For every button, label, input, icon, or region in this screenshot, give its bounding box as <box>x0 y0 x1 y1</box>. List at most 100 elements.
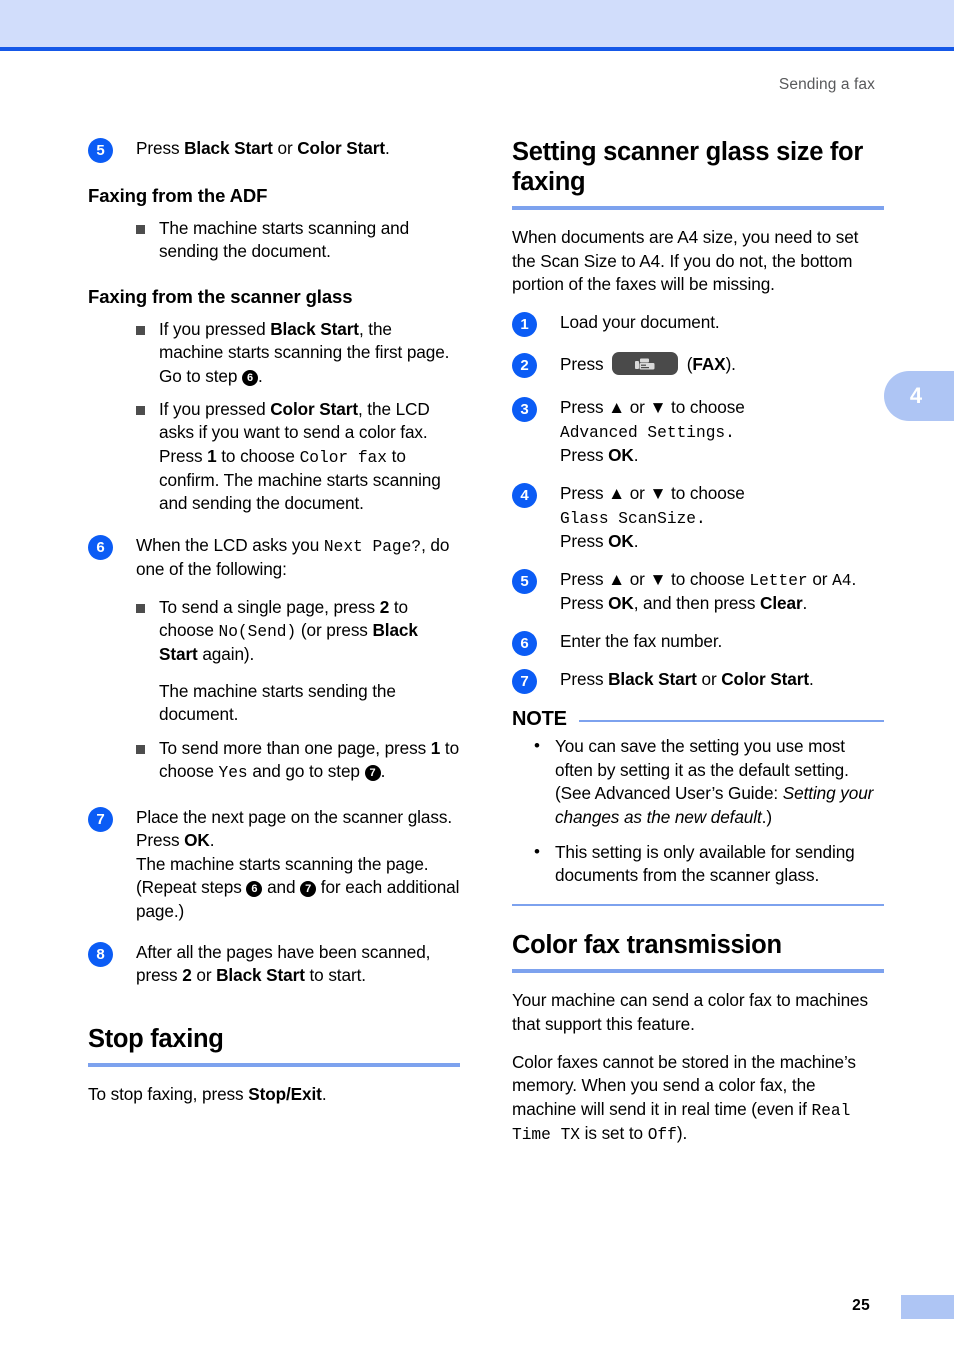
step-7-text: Press Black Start or Color Start. <box>560 668 884 691</box>
scanner-glass-bullet-list: If you pressed Black Start, the machine … <box>88 318 460 516</box>
text-fragment: . <box>851 568 857 589</box>
step-number-badge: 5 <box>512 568 537 594</box>
lcd-text: Letter <box>749 571 808 590</box>
text-fragment: . <box>384 138 390 158</box>
text-fragment: and <box>262 877 301 898</box>
text-fragment: or <box>696 669 722 690</box>
key-black-start: Black Start <box>608 669 697 690</box>
adf-bullet-list: The machine starts scanning and sending … <box>88 217 460 264</box>
color-fax-paragraph-2: Color faxes cannot be stored in the mach… <box>512 1051 884 1146</box>
list-item: If you pressed Black Start, the machine … <box>136 318 460 388</box>
text-fragment: . <box>380 760 386 781</box>
right-column: Setting scanner glass size for faxing Wh… <box>512 137 884 1161</box>
step-number-badge: 8 <box>88 941 113 967</box>
list-item: The machine starts scanning and sending … <box>136 217 460 264</box>
step-number-badge: 5 <box>88 138 113 163</box>
footer-color-block <box>901 1295 954 1319</box>
step-reference-marker: 6 <box>246 881 263 898</box>
step-8: 8 After all the pages have been scanned,… <box>88 941 460 988</box>
step-4: 4 Press ▲ or ▼ to choose Glass ScanSize. P… <box>512 482 884 553</box>
step-reference-marker: 7 <box>300 881 317 898</box>
step-4-text: Press ▲ or ▼ to choose Glass ScanSize. Pre… <box>560 482 884 553</box>
text-fragment: When the LCD asks you <box>136 534 324 555</box>
text-fragment: Press <box>560 592 609 613</box>
text-fragment: . <box>321 1083 327 1104</box>
page-top-rule <box>0 47 954 51</box>
text-fragment: . <box>808 669 814 690</box>
chapter-tab: 4 <box>884 371 954 421</box>
text-fragment: ( <box>682 354 693 375</box>
heading-setting-scanner-glass-size: Setting scanner glass size for faxing <box>512 138 863 197</box>
key-black-start: Black Start <box>270 318 359 339</box>
heading-rule <box>88 1062 460 1067</box>
text-fragment: Press <box>560 354 609 375</box>
step-2-text: Press (FAX). <box>560 352 884 376</box>
step-7: 7 Press Black Start or Color Start. <box>512 668 884 695</box>
lcd-text: Glass ScanSize. <box>560 509 706 528</box>
text-fragment: Press <box>136 830 185 851</box>
note-list: You can save the setting you use most of… <box>512 734 884 888</box>
note-bottom-rule <box>512 903 884 907</box>
step-5-text: Press ▲ or ▼ to choose Letter or A4. Pres… <box>560 568 884 615</box>
step-7: 7 Place the next page on the scanner gla… <box>88 806 460 923</box>
text-fragment: Press <box>560 669 609 690</box>
color-fax-paragraph-1: Your machine can send a color fax to mac… <box>512 990 869 1034</box>
heading-rule <box>512 206 884 211</box>
key-2: 2 <box>379 596 390 617</box>
text-fragment: ). <box>725 354 736 375</box>
text-fragment: The machine starts scanning the page. <box>136 853 429 874</box>
step-number-badge: 6 <box>512 631 537 657</box>
step-2: 2 Press (FAX). <box>512 352 884 379</box>
step-7-text: Place the next page on the scanner glass… <box>136 806 460 923</box>
text-fragment: . <box>633 444 639 465</box>
text-fragment: , and then press <box>633 592 761 613</box>
step-6-bullet-list-2: To send more than one page, press 1 to c… <box>88 737 460 784</box>
step-5-text: Press Black Start or Color Start. <box>136 137 460 160</box>
left-column: 5 Press Black Start or Color Start. Faxi… <box>88 137 460 1121</box>
heading-faxing-from-scanner-glass: Faxing from the scanner glass <box>88 285 353 307</box>
key-black-start: Black Start <box>184 138 273 158</box>
page-top-band <box>0 0 954 47</box>
list-item: This setting is only available for sendi… <box>534 840 884 888</box>
step-reference-marker: 7 <box>364 764 381 781</box>
text-fragment: To send a single page, press <box>159 596 380 617</box>
lcd-text: Next Page? <box>323 537 422 556</box>
key-color-start: Color Start <box>297 138 385 158</box>
heading-rule <box>512 969 884 974</box>
key-ok: OK <box>184 830 210 851</box>
step-1-text: Load your document. <box>560 312 720 333</box>
lcd-text: A4 <box>832 571 852 590</box>
step-6: 6 When the LCD asks you Next Page?, do o… <box>88 534 460 581</box>
step-reference-marker: 6 <box>241 369 258 386</box>
step-number-badge: 3 <box>512 397 537 423</box>
text-fragment: Press ▲ or ▼ to choose <box>560 397 745 418</box>
text-fragment: Press <box>136 138 185 158</box>
step-1: 1 Load your document. <box>512 311 884 338</box>
step-number-badge: 1 <box>512 312 537 338</box>
text-fragment: Press ▲ or ▼ to choose <box>560 568 750 589</box>
intro-paragraph: When documents are A4 size, you need to … <box>512 227 859 294</box>
step-6-note-paragraph: The machine starts sending the document. <box>159 680 396 725</box>
text-fragment: To send more than one page, press <box>159 737 431 758</box>
text-fragment: or <box>191 965 217 986</box>
text-fragment: is set to <box>580 1122 648 1143</box>
text-fragment: . <box>802 592 808 613</box>
text-fragment: ). <box>676 1122 688 1143</box>
note-header-rule <box>578 719 884 723</box>
lcd-text: Advanced Settings. <box>560 423 735 442</box>
key-black-start: Black Start <box>216 965 305 986</box>
step-5: 5 Press ▲ or ▼ to choose Letter or A4. Pr… <box>512 568 884 615</box>
text-fragment: To stop faxing, press <box>88 1083 249 1104</box>
fax-machine-icon <box>612 352 679 376</box>
page-number: 25 <box>852 1297 870 1314</box>
list-item: You can save the setting you use most of… <box>534 734 884 829</box>
heading-color-fax-transmission: Color fax transmission <box>512 931 782 960</box>
note-header: NOTE <box>512 708 884 731</box>
list-item: To send more than one page, press 1 to c… <box>136 737 460 784</box>
step-number-badge: 2 <box>512 353 537 379</box>
key-stop-exit: Stop/Exit <box>248 1083 322 1104</box>
text-fragment: .) <box>761 806 772 827</box>
step-6-bullet-list: To send a single page, press 2 to choose… <box>88 596 460 667</box>
step-3-text: Press ▲ or ▼ to choose Advanced Settings.… <box>560 396 884 467</box>
text-fragment: Place the next page on the scanner glass… <box>136 806 452 827</box>
